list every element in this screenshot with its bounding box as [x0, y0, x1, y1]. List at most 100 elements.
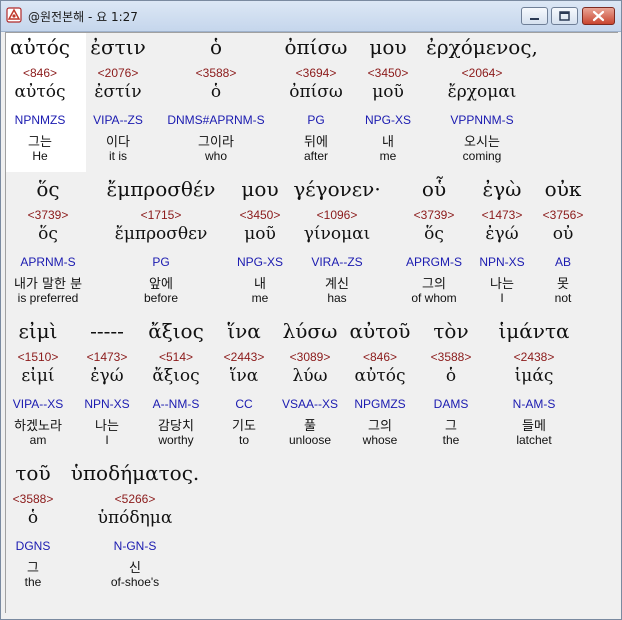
- korean-gloss: 나는: [95, 419, 119, 434]
- english-gloss: of-shoe's: [110, 575, 160, 589]
- korean-gloss: 기도: [232, 419, 256, 434]
- lemma: γίνομαι: [303, 224, 371, 244]
- morph-code: VIRA--ZS: [311, 255, 363, 269]
- morph-code: NPN-XS: [84, 397, 130, 411]
- korean-gloss: 내: [254, 277, 266, 292]
- english-gloss: me: [379, 149, 397, 163]
- strong-number[interactable]: <3739>: [28, 208, 69, 222]
- lemma: ὁ: [210, 82, 222, 102]
- strong-number[interactable]: <3756>: [543, 208, 584, 222]
- lemma: αὐτός: [14, 82, 66, 102]
- lemma: ὑπόδημα: [97, 508, 173, 528]
- lemma: ἵνα: [229, 366, 259, 386]
- strong-number[interactable]: <3588>: [13, 492, 54, 506]
- english-gloss: of whom: [411, 291, 457, 305]
- strong-number[interactable]: <3450>: [368, 66, 409, 80]
- greek-word: αὐτοῦ: [349, 319, 411, 343]
- lemma: αὐτός: [354, 366, 406, 386]
- lemma: ὅς: [38, 224, 58, 244]
- morph-code: A--NM-S: [152, 397, 200, 411]
- strong-number[interactable]: <3694>: [296, 66, 337, 80]
- korean-gloss: 앞에: [149, 277, 173, 292]
- title-bar[interactable]: @원전본해 - 요 1:27: [1, 1, 621, 32]
- morph-code: NPG-XS: [236, 255, 284, 269]
- strong-number[interactable]: <3588>: [196, 66, 237, 80]
- strong-number[interactable]: <3739>: [414, 208, 455, 222]
- strong-number[interactable]: <5266>: [115, 492, 156, 506]
- strong-number[interactable]: <846>: [23, 66, 57, 80]
- app-window: @원전본해 - 요 1:27 αὐτός <846> αὐτός NPNMZS 그는 He…: [0, 0, 622, 620]
- korean-gloss: 내: [382, 135, 394, 150]
- korean-gloss: 그: [445, 419, 457, 434]
- english-gloss: unloose: [288, 433, 332, 447]
- morph-code: VSAA--XS: [281, 397, 339, 411]
- english-gloss: not: [554, 291, 572, 305]
- english-gloss: He: [32, 149, 48, 163]
- morph-code: DGNS: [15, 539, 51, 553]
- lemma: ἐστίν: [94, 82, 142, 102]
- korean-gloss: 들메: [522, 419, 546, 434]
- greek-word: γέγονεν·: [293, 177, 381, 201]
- korean-gloss: 계신: [325, 277, 349, 292]
- lemma: ἔρχομαι: [447, 82, 517, 102]
- greek-word: εἰμὶ: [18, 319, 58, 343]
- greek-word: μου: [241, 177, 279, 201]
- strong-number[interactable]: <2064>: [462, 66, 503, 80]
- interlinear-panel: αὐτός <846> αὐτός NPNMZS 그는 He ἐστιν <2076> ἐστί…: [5, 32, 618, 614]
- lemma: ὁ: [445, 366, 457, 386]
- morph-code: NPN-XS: [479, 255, 525, 269]
- greek-word: οὐκ: [544, 177, 582, 201]
- english-gloss: worthy: [158, 433, 194, 447]
- korean-gloss: 못: [557, 277, 569, 292]
- lemma: οὐ: [552, 224, 574, 244]
- english-gloss: to: [238, 433, 250, 447]
- english-gloss: after: [303, 149, 329, 163]
- english-gloss: has: [327, 291, 347, 305]
- morph-code: APRGM-S: [405, 255, 463, 269]
- strong-number[interactable]: <1473>: [482, 208, 523, 222]
- english-gloss: the: [24, 575, 42, 589]
- strong-number[interactable]: <2443>: [224, 350, 265, 364]
- strong-number[interactable]: <846>: [363, 350, 397, 364]
- lemma: ἐγώ: [485, 224, 519, 244]
- strong-number[interactable]: <3089>: [290, 350, 331, 364]
- english-gloss: is preferred: [17, 291, 79, 305]
- korean-gloss: 오시는: [464, 135, 500, 150]
- strong-number[interactable]: <1473>: [87, 350, 128, 364]
- strong-number[interactable]: <514>: [159, 350, 193, 364]
- korean-gloss: 그이라: [198, 135, 234, 150]
- strong-number[interactable]: <3588>: [431, 350, 472, 364]
- greek-word: μου: [369, 35, 407, 59]
- lemma: λύω: [292, 366, 328, 386]
- morph-code: NPG-XS: [364, 113, 412, 127]
- korean-gloss: 그는: [28, 135, 52, 150]
- strong-number[interactable]: <3450>: [240, 208, 281, 222]
- english-gloss: before: [143, 291, 179, 305]
- strong-number[interactable]: <1096>: [317, 208, 358, 222]
- morph-code: NPNMZS: [14, 113, 66, 127]
- english-gloss: I: [500, 291, 504, 305]
- maximize-button[interactable]: [551, 7, 578, 25]
- greek-word: ἵνα: [227, 319, 261, 343]
- close-button[interactable]: [582, 7, 615, 25]
- morph-code: DAMS: [433, 397, 469, 411]
- strong-number[interactable]: <1715>: [141, 208, 182, 222]
- strong-number[interactable]: <2076>: [98, 66, 139, 80]
- english-gloss: I: [105, 433, 109, 447]
- greek-word: αὐτός: [10, 35, 70, 59]
- morph-code: PG: [307, 113, 325, 127]
- morph-code: VPPNNM-S: [450, 113, 514, 127]
- greek-word: ἱμάντα: [498, 319, 570, 343]
- english-gloss: the: [442, 433, 460, 447]
- lemma: ἄξιος: [152, 366, 200, 386]
- korean-gloss: 그: [27, 561, 39, 576]
- greek-word: ἐστιν: [90, 35, 146, 59]
- minimize-button[interactable]: [521, 7, 548, 25]
- morph-code: PG: [152, 255, 170, 269]
- greek-word: -----: [90, 319, 124, 343]
- greek-word: ὀπίσω: [284, 35, 348, 59]
- greek-word: ἔμπροσθέν: [106, 177, 216, 201]
- strong-number[interactable]: <1510>: [18, 350, 59, 364]
- greek-word: ὑποδήματος.: [70, 461, 200, 485]
- strong-number[interactable]: <2438>: [514, 350, 555, 364]
